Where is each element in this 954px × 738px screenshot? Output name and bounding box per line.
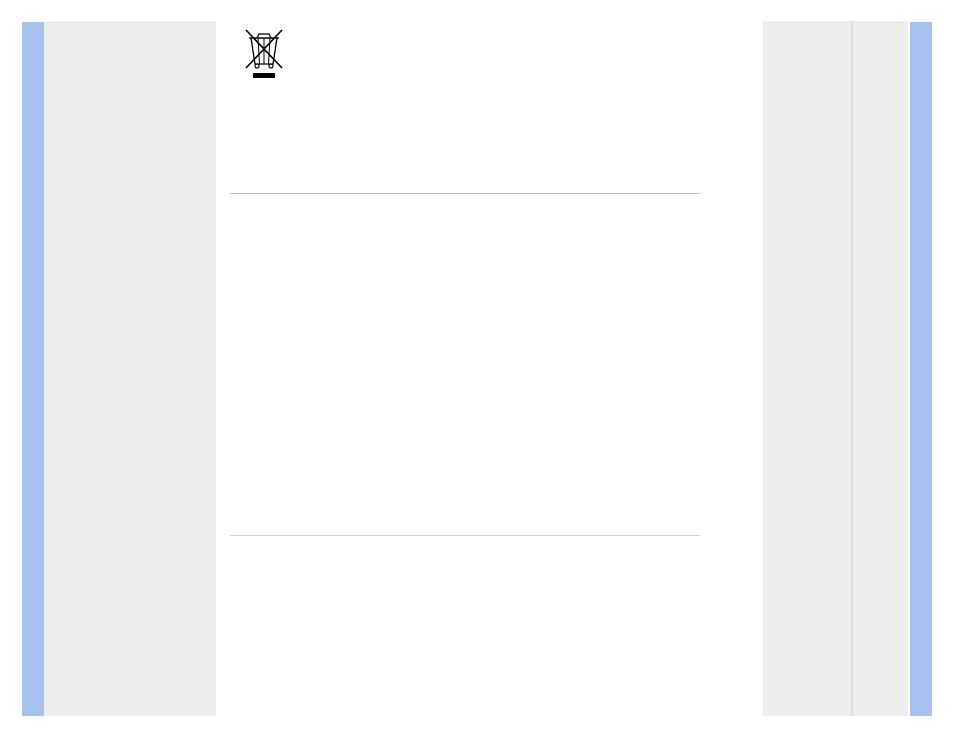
right-grey-panel-b: [853, 21, 908, 716]
horizontal-rule-1: [230, 193, 700, 194]
right-margin-stripe: [910, 22, 932, 716]
right-grey-panel-a: [763, 21, 851, 716]
left-grey-panel: [44, 21, 216, 716]
document-page: [0, 0, 954, 738]
main-content-area: [216, 0, 763, 738]
weee-crossed-bin-icon: [244, 28, 284, 80]
left-margin-stripe: [22, 22, 44, 716]
horizontal-rule-2: [230, 535, 700, 536]
